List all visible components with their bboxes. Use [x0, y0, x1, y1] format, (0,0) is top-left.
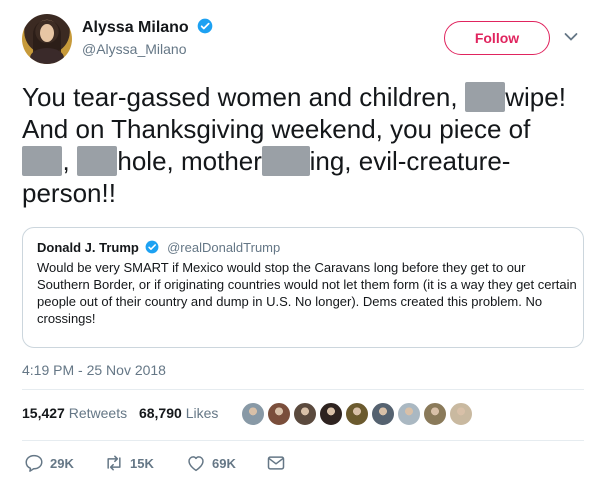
- verified-badge-icon: [197, 18, 213, 34]
- engagement-stats: 15,427 Retweets 68,790 Likes: [22, 405, 226, 421]
- like-count: 69K: [212, 456, 236, 471]
- author-avatar[interactable]: [22, 14, 72, 64]
- censored-word: shit: [22, 146, 63, 176]
- avatar-3[interactable]: [293, 402, 317, 426]
- liker-avatars: [241, 402, 475, 428]
- quoted-tweet-text: Would be very SMART if Mexico would stop…: [37, 260, 577, 326]
- retweets-count: 15,427: [22, 405, 65, 421]
- chevron-down-icon[interactable]: [564, 32, 578, 42]
- avatar-8[interactable]: [423, 402, 447, 426]
- quoted-author-name: Donald J. Trump: [37, 240, 139, 255]
- reply-icon: [25, 454, 43, 472]
- avatar-9[interactable]: [449, 402, 473, 426]
- avatar-4[interactable]: [319, 402, 343, 426]
- quoted-tweet-card[interactable]: Donald J. Trump @realDonaldTrump Would b…: [22, 227, 584, 348]
- quoted-author-handle: @realDonaldTrump: [167, 240, 281, 255]
- reply-count: 29K: [50, 456, 74, 471]
- tweet-header: Alyssa Milano @Alyssa_Milano Follow: [22, 14, 582, 66]
- tweet-timestamp[interactable]: 4:19 PM - 25 Nov 2018: [22, 362, 166, 378]
- author-names: Alyssa Milano @Alyssa_Milano: [82, 18, 213, 57]
- like-button[interactable]: 69K: [186, 454, 236, 474]
- tweet-text-segment: ,: [62, 146, 77, 176]
- avatar-1[interactable]: [241, 402, 265, 426]
- retweet-button[interactable]: 15K: [104, 454, 154, 474]
- divider: [22, 440, 584, 441]
- author-display-name[interactable]: Alyssa Milano: [82, 19, 189, 37]
- envelope-icon: [267, 456, 285, 470]
- retweet-icon: [107, 455, 121, 471]
- tweet-text-segment: hole, mother: [117, 146, 262, 176]
- tweet-text: You tear-gassed women and children, assw…: [22, 81, 582, 209]
- likes-count: 68,790: [138, 405, 182, 421]
- likes-label: Likes: [185, 405, 219, 421]
- direct-message-button[interactable]: [266, 454, 292, 474]
- quoted-tweet-header: Donald J. Trump @realDonaldTrump: [37, 240, 569, 255]
- retweets-label: Retweets: [68, 405, 128, 421]
- retweets-stat[interactable]: 15,427 Retweets: [22, 405, 127, 421]
- avatar-5[interactable]: [345, 402, 369, 426]
- avatar-face: [40, 24, 54, 42]
- heart-icon: [188, 456, 204, 472]
- reply-button[interactable]: 29K: [24, 454, 74, 474]
- follow-button[interactable]: Follow: [444, 21, 550, 55]
- verified-badge-icon: [146, 240, 159, 254]
- avatar-7[interactable]: [397, 402, 421, 426]
- avatar-2[interactable]: [267, 402, 291, 426]
- censored-word: ass: [76, 146, 118, 176]
- avatar-6[interactable]: [371, 402, 395, 426]
- tweet-text-segment: You tear-gassed women and children,: [22, 82, 465, 112]
- retweet-count: 15K: [130, 456, 154, 471]
- censored-word: fuck: [261, 146, 310, 176]
- avatar-body: [30, 48, 64, 64]
- author-handle[interactable]: @Alyssa_Milano: [82, 41, 213, 57]
- divider: [22, 389, 584, 390]
- censored-word: ass: [464, 82, 506, 112]
- likes-stat[interactable]: 68,790 Likes: [139, 405, 218, 421]
